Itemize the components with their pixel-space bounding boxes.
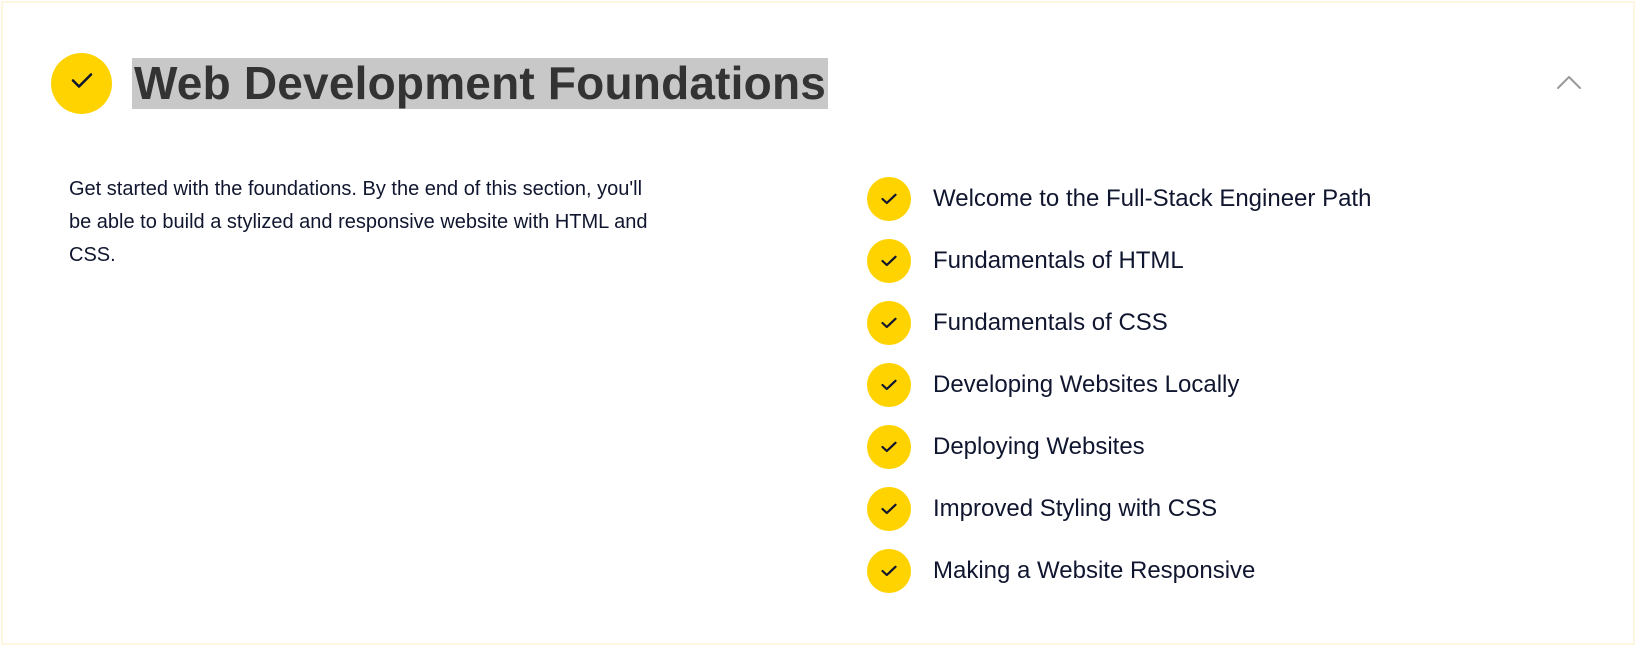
module-item[interactable]: Welcome to the Full-Stack Engineer Path bbox=[867, 177, 1371, 221]
checkmark-icon bbox=[867, 301, 911, 345]
checkmark-icon bbox=[867, 363, 911, 407]
module-item[interactable]: Improved Styling with CSS bbox=[867, 487, 1371, 531]
module-label: Developing Websites Locally bbox=[933, 371, 1240, 398]
collapse-section-button[interactable] bbox=[1549, 69, 1589, 99]
section-description: Get started with the foundations. By the… bbox=[69, 178, 648, 266]
chevron-up-icon bbox=[1556, 74, 1582, 95]
checkmark-icon bbox=[867, 239, 911, 283]
section-header: Web Development Foundations bbox=[51, 52, 829, 114]
module-list: Welcome to the Full-Stack Engineer Path … bbox=[867, 177, 1371, 611]
checkmark-icon bbox=[867, 177, 911, 221]
module-label: Welcome to the Full-Stack Engineer Path bbox=[933, 185, 1372, 212]
module-item[interactable]: Fundamentals of CSS bbox=[867, 301, 1371, 345]
module-label: Making a Website Responsive bbox=[933, 557, 1256, 584]
module-label: Fundamentals of HTML bbox=[933, 247, 1184, 274]
checkmark-icon bbox=[867, 549, 911, 593]
checkmark-icon bbox=[867, 425, 911, 469]
module-item[interactable]: Deploying Websites bbox=[867, 425, 1371, 469]
module-item[interactable]: Developing Websites Locally bbox=[867, 363, 1371, 407]
checkmark-icon bbox=[867, 487, 911, 531]
section-complete-badge bbox=[51, 52, 112, 114]
module-label: Deploying Websites bbox=[933, 433, 1145, 460]
section-card: Web Development Foundations Get started … bbox=[1, 1, 1635, 645]
checkmark-icon bbox=[71, 72, 93, 94]
module-item[interactable]: Making a Website Responsive bbox=[867, 549, 1371, 593]
section-title: Web Development Foundations bbox=[132, 56, 829, 109]
module-label: Improved Styling with CSS bbox=[933, 495, 1218, 522]
module-label: Fundamentals of CSS bbox=[933, 309, 1168, 336]
module-item[interactable]: Fundamentals of HTML bbox=[867, 239, 1371, 283]
